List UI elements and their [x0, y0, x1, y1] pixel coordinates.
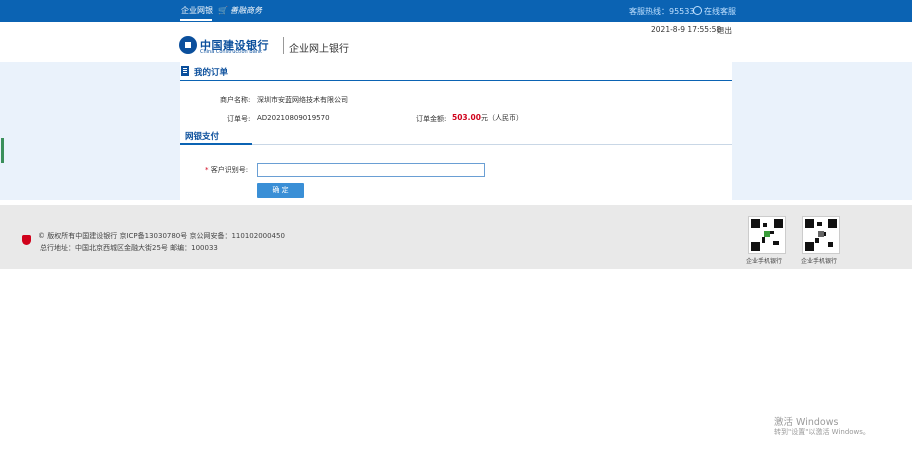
- person-icon: [693, 6, 702, 15]
- content-panel: [180, 62, 732, 200]
- hotline-text: 客服热线：95533: [629, 7, 695, 16]
- os-activation-watermark-text: 转到"设置"以激活 Windows。: [774, 428, 870, 436]
- os-activation-watermark-title: 激活 Windows: [774, 417, 839, 428]
- link-shanrong[interactable]: 🛒 善融商务: [218, 5, 262, 16]
- top-nav-bar: 企业网银 🛒 善融商务 客服热线：95533 在线客服: [0, 0, 912, 22]
- amount-value: 503.00: [452, 113, 481, 122]
- datetime: 2021-8-9 17:55:58: [651, 25, 722, 34]
- customer-id-input[interactable]: [257, 163, 485, 177]
- amount-suffix: 元（人民币）: [480, 114, 523, 122]
- list-icon: [181, 66, 189, 76]
- shield-icon: [22, 235, 31, 245]
- online-service-link[interactable]: 在线客服: [693, 6, 736, 17]
- footer-copyright: © 版权所有中国建设银行 京ICP备13030780号 京公网安备：110102…: [38, 232, 285, 240]
- order-section-title: 我的订单: [194, 68, 229, 78]
- tab-corporate-banking[interactable]: 企业网银: [181, 5, 213, 16]
- merchant-value: 深圳市安蓝网络技术有限公司: [257, 96, 348, 104]
- order-section-header: 我的订单: [180, 66, 732, 80]
- order-number-label: 订单号:: [227, 115, 251, 123]
- order-section-divider: [180, 80, 732, 81]
- header: [0, 22, 912, 62]
- merchant-label: 商户名称:: [220, 96, 251, 104]
- online-service-label: 在线客服: [704, 7, 736, 16]
- ccb-logo-icon: [179, 36, 197, 54]
- logo-text-en: China Construction Bank: [200, 49, 262, 55]
- site-subtitle: 企业网上银行: [289, 44, 349, 55]
- payment-section-title: 网银支付: [185, 132, 220, 142]
- amount-label: 订单金额:: [416, 115, 447, 123]
- customer-id-label-group: * 客户识别号:: [205, 165, 248, 175]
- cart-icon: 🛒: [218, 6, 228, 15]
- qr-label-1: 企业手机银行: [746, 258, 783, 265]
- qr-label-2: 企业手机银行: [801, 258, 838, 265]
- required-mark: *: [205, 166, 209, 174]
- payment-section-divider: [180, 144, 732, 145]
- footer-address: 总行地址：中国北京西城区金融大街25号 邮编：100033: [40, 244, 218, 252]
- logout-link[interactable]: 退出: [717, 25, 732, 36]
- qr-code-icon: [748, 216, 786, 254]
- confirm-button[interactable]: 确 定: [257, 183, 304, 198]
- payment-section-accent: [180, 143, 252, 145]
- logo-divider: [283, 37, 284, 54]
- shanrong-label: 善融商务: [229, 6, 262, 15]
- order-number-value: AD20210809019570: [257, 114, 330, 122]
- qr-code-icon: [802, 216, 840, 254]
- active-tab-indicator: [180, 19, 212, 21]
- side-scroll-handle[interactable]: [1, 138, 4, 163]
- amount-value-group: 503.00元（人民币）: [452, 113, 523, 123]
- customer-id-label: 客户识别号:: [210, 166, 249, 174]
